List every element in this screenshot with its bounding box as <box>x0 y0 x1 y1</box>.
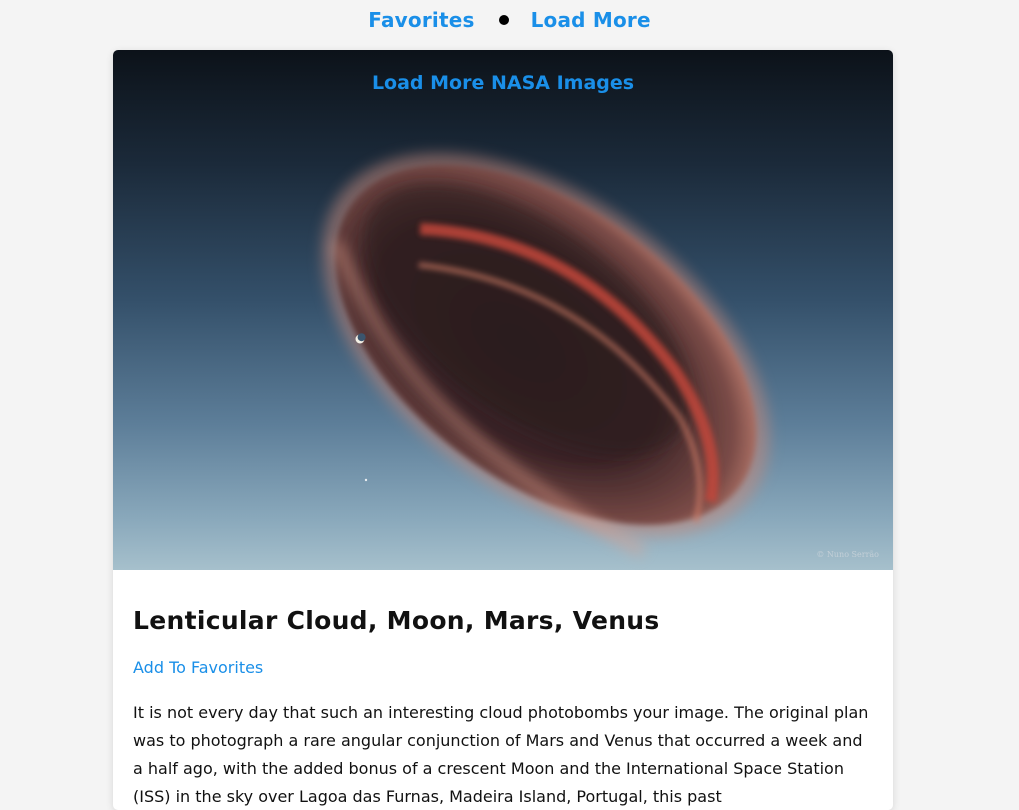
load-more-link[interactable]: Load More <box>531 8 651 32</box>
card-content: Lenticular Cloud, Moon, Mars, Venus Add … <box>113 570 893 810</box>
star-icon <box>364 478 368 482</box>
top-nav: Favorites Load More <box>0 0 1019 40</box>
image-title: Lenticular Cloud, Moon, Mars, Venus <box>133 606 660 635</box>
apod-card: Load More NASA Images © Nuno Serrão Lent… <box>113 50 893 810</box>
image-credit: © Nuno Serrão <box>816 550 879 559</box>
favorites-link[interactable]: Favorites <box>368 8 474 32</box>
load-more-nasa-images-link[interactable]: Load More NASA Images <box>113 72 893 94</box>
image-description: It is not every day that such an interes… <box>133 703 869 806</box>
apod-image[interactable]: Load More NASA Images © Nuno Serrão <box>113 50 893 570</box>
add-to-favorites-link[interactable]: Add To Favorites <box>133 658 263 677</box>
nav-separator-dot <box>498 15 509 25</box>
cloud-photo-illustration <box>322 153 770 556</box>
